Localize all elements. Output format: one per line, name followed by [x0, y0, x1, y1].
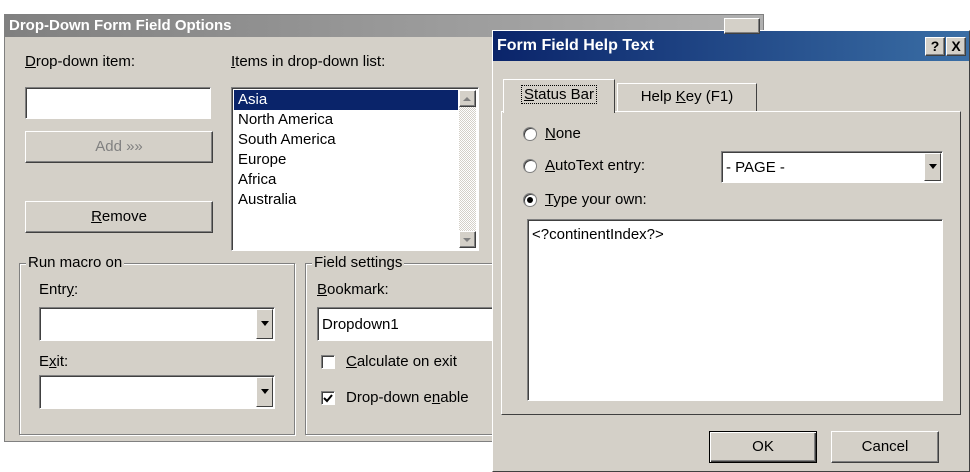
scroll-down-button[interactable]	[459, 231, 476, 248]
run-macro-legend: Run macro on	[26, 254, 125, 271]
tab-help-key[interactable]: Help Key (F1)	[617, 83, 757, 111]
help-text-area[interactable]: <?continentIndex?>	[527, 219, 943, 401]
close-icon: X	[951, 38, 961, 54]
chevron-up-icon	[463, 97, 471, 101]
chevron-down-icon	[929, 164, 937, 169]
ok-button[interactable]: OK	[709, 431, 817, 463]
bookmark-input[interactable]: Dropdown1	[317, 307, 517, 341]
help-dialog-titlebar[interactable]: Form Field Help Text	[493, 31, 969, 61]
none-radio[interactable]	[523, 127, 537, 141]
list-item[interactable]: North America	[234, 110, 458, 130]
list-item[interactable]: Australia	[234, 190, 458, 210]
dropdown-enabled-label: Drop-down enable	[346, 389, 469, 406]
dropdown-enabled-checkbox[interactable]	[321, 391, 335, 405]
list-item[interactable]: South America	[234, 130, 458, 150]
list-item[interactable]: Europe	[234, 150, 458, 170]
field-settings-legend: Field settings	[312, 254, 405, 271]
autotext-dropdown[interactable]: - PAGE -	[721, 151, 943, 183]
dropdown-item-label: Drop-down item:	[25, 53, 136, 70]
exit-label: Exit:	[39, 353, 69, 370]
calculate-on-exit-label: Calculate on exit	[346, 353, 457, 370]
items-scrollbar[interactable]	[459, 90, 476, 248]
close-button[interactable]: X	[946, 37, 966, 56]
help-text-dialog: Form Field Help Text ? X Status Bar Help…	[492, 30, 970, 472]
items-list-label: Items in drop-down list:	[231, 53, 386, 70]
cancel-button[interactable]: Cancel	[831, 431, 939, 463]
chevron-down-icon	[261, 321, 269, 326]
dropdown-item-input[interactable]	[25, 87, 211, 119]
checkmark-icon	[323, 394, 333, 403]
type-your-own-label: Type your own:	[545, 191, 647, 208]
chevron-down-icon	[261, 389, 269, 394]
exit-macro-dropdown[interactable]	[39, 375, 275, 409]
autotext-label: AutoText entry:	[545, 157, 646, 174]
autotext-dropdown-button[interactable]	[924, 153, 941, 181]
none-label: None	[545, 125, 581, 142]
items-listbox[interactable]: Asia North America South America Europe …	[231, 87, 479, 251]
help-button[interactable]: ?	[925, 37, 945, 56]
tab-status-bar[interactable]: Status Bar	[503, 79, 615, 113]
help-dialog-title: Form Field Help Text	[497, 37, 655, 54]
add-button[interactable]: Add »»	[25, 131, 213, 163]
autotext-radio[interactable]	[523, 159, 537, 173]
calculate-on-exit-checkbox[interactable]	[321, 355, 335, 369]
bookmark-label: Bookmark:	[317, 281, 389, 298]
entry-macro-dropdown[interactable]	[39, 307, 275, 341]
background-titlebar-buttons[interactable]	[724, 18, 760, 34]
entry-dropdown-button[interactable]	[256, 309, 273, 339]
chevron-down-icon	[463, 238, 471, 242]
list-item[interactable]: Africa	[234, 170, 458, 190]
remove-button[interactable]: Remove	[25, 201, 213, 233]
exit-dropdown-button[interactable]	[256, 377, 273, 407]
type-your-own-radio[interactable]	[523, 193, 537, 207]
dropdown-dialog-title: Drop-Down Form Field Options	[9, 17, 232, 34]
entry-label: Entry:	[39, 281, 79, 298]
list-item[interactable]: Asia	[234, 90, 458, 110]
scroll-up-button[interactable]	[459, 90, 476, 107]
